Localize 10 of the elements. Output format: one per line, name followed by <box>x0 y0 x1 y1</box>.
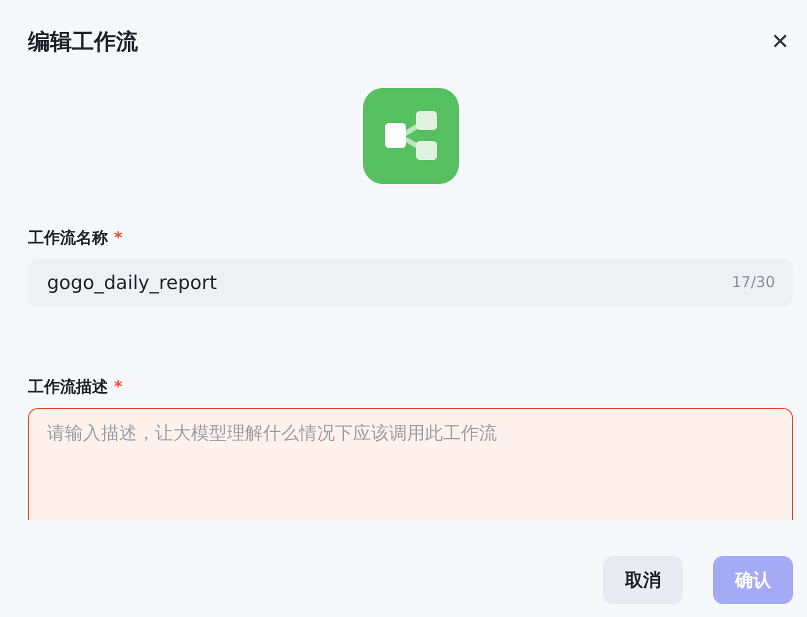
field-label: 工作流名称 <box>28 228 108 249</box>
required-mark: * <box>114 228 122 249</box>
field-label: 工作流描述 <box>28 377 108 398</box>
close-button[interactable]: ✕ <box>767 29 793 55</box>
cancel-button[interactable]: 取消 <box>603 556 683 604</box>
character-counter: 17/30 <box>732 273 775 291</box>
description-field[interactable]: 请输入描述，让大模型理解什么情况下应该调用此工作流 <box>28 408 793 520</box>
workflow-icon <box>362 88 458 184</box>
dialog-title: 编辑工作流 <box>28 28 138 57</box>
required-mark: * <box>114 377 122 398</box>
